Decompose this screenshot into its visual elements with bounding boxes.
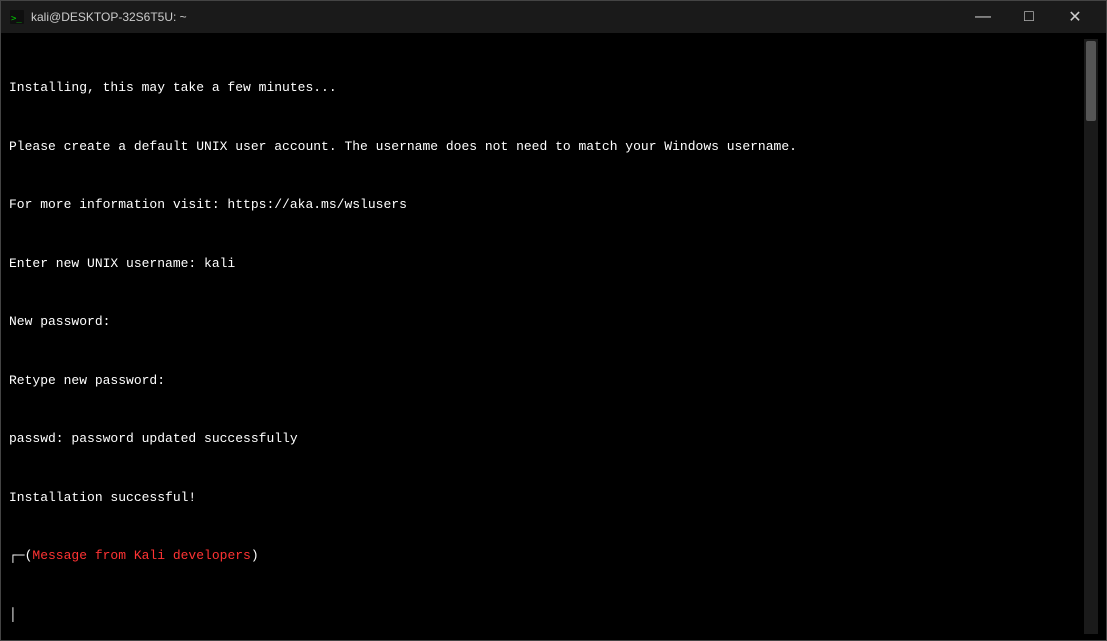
title-bar: >_ kali@DESKTOP-32S6T5U: ~ — □ ✕: [1, 1, 1106, 33]
line-installing: Installing, this may take a few minutes.…: [9, 78, 1082, 98]
title-bar-left: >_ kali@DESKTOP-32S6T5U: ~: [9, 9, 187, 25]
line-create-account: Please create a default UNIX user accoun…: [9, 137, 1082, 157]
terminal-output: Installing, this may take a few minutes.…: [9, 39, 1082, 634]
line-retype-password: Retype new password:: [9, 371, 1082, 391]
scrollbar-thumb[interactable]: [1086, 41, 1096, 121]
line-more-info: For more information visit: https://aka.…: [9, 195, 1082, 215]
minimize-button[interactable]: —: [960, 1, 1006, 33]
terminal-icon: >_: [9, 9, 25, 25]
terminal-content[interactable]: Installing, this may take a few minutes.…: [9, 39, 1084, 634]
window-title: kali@DESKTOP-32S6T5U: ~: [31, 10, 187, 24]
line-installation-success: Installation successful!: [9, 488, 1082, 508]
terminal-window: >_ kali@DESKTOP-32S6T5U: ~ — □ ✕ Install…: [0, 0, 1107, 641]
line-msg-border-top: ┌─(Message from Kali developers): [9, 546, 1082, 566]
close-button[interactable]: ✕: [1052, 1, 1098, 33]
scrollbar[interactable]: [1084, 39, 1098, 634]
line-empty1: │: [9, 605, 1082, 625]
line-new-password: New password:: [9, 312, 1082, 332]
window-controls: — □ ✕: [960, 1, 1098, 33]
terminal-body[interactable]: Installing, this may take a few minutes.…: [1, 33, 1106, 640]
line-passwd-updated: passwd: password updated successfully: [9, 429, 1082, 449]
restore-button[interactable]: □: [1006, 1, 1052, 33]
line-enter-username: Enter new UNIX username: kali: [9, 254, 1082, 274]
svg-text:>_: >_: [11, 14, 22, 24]
